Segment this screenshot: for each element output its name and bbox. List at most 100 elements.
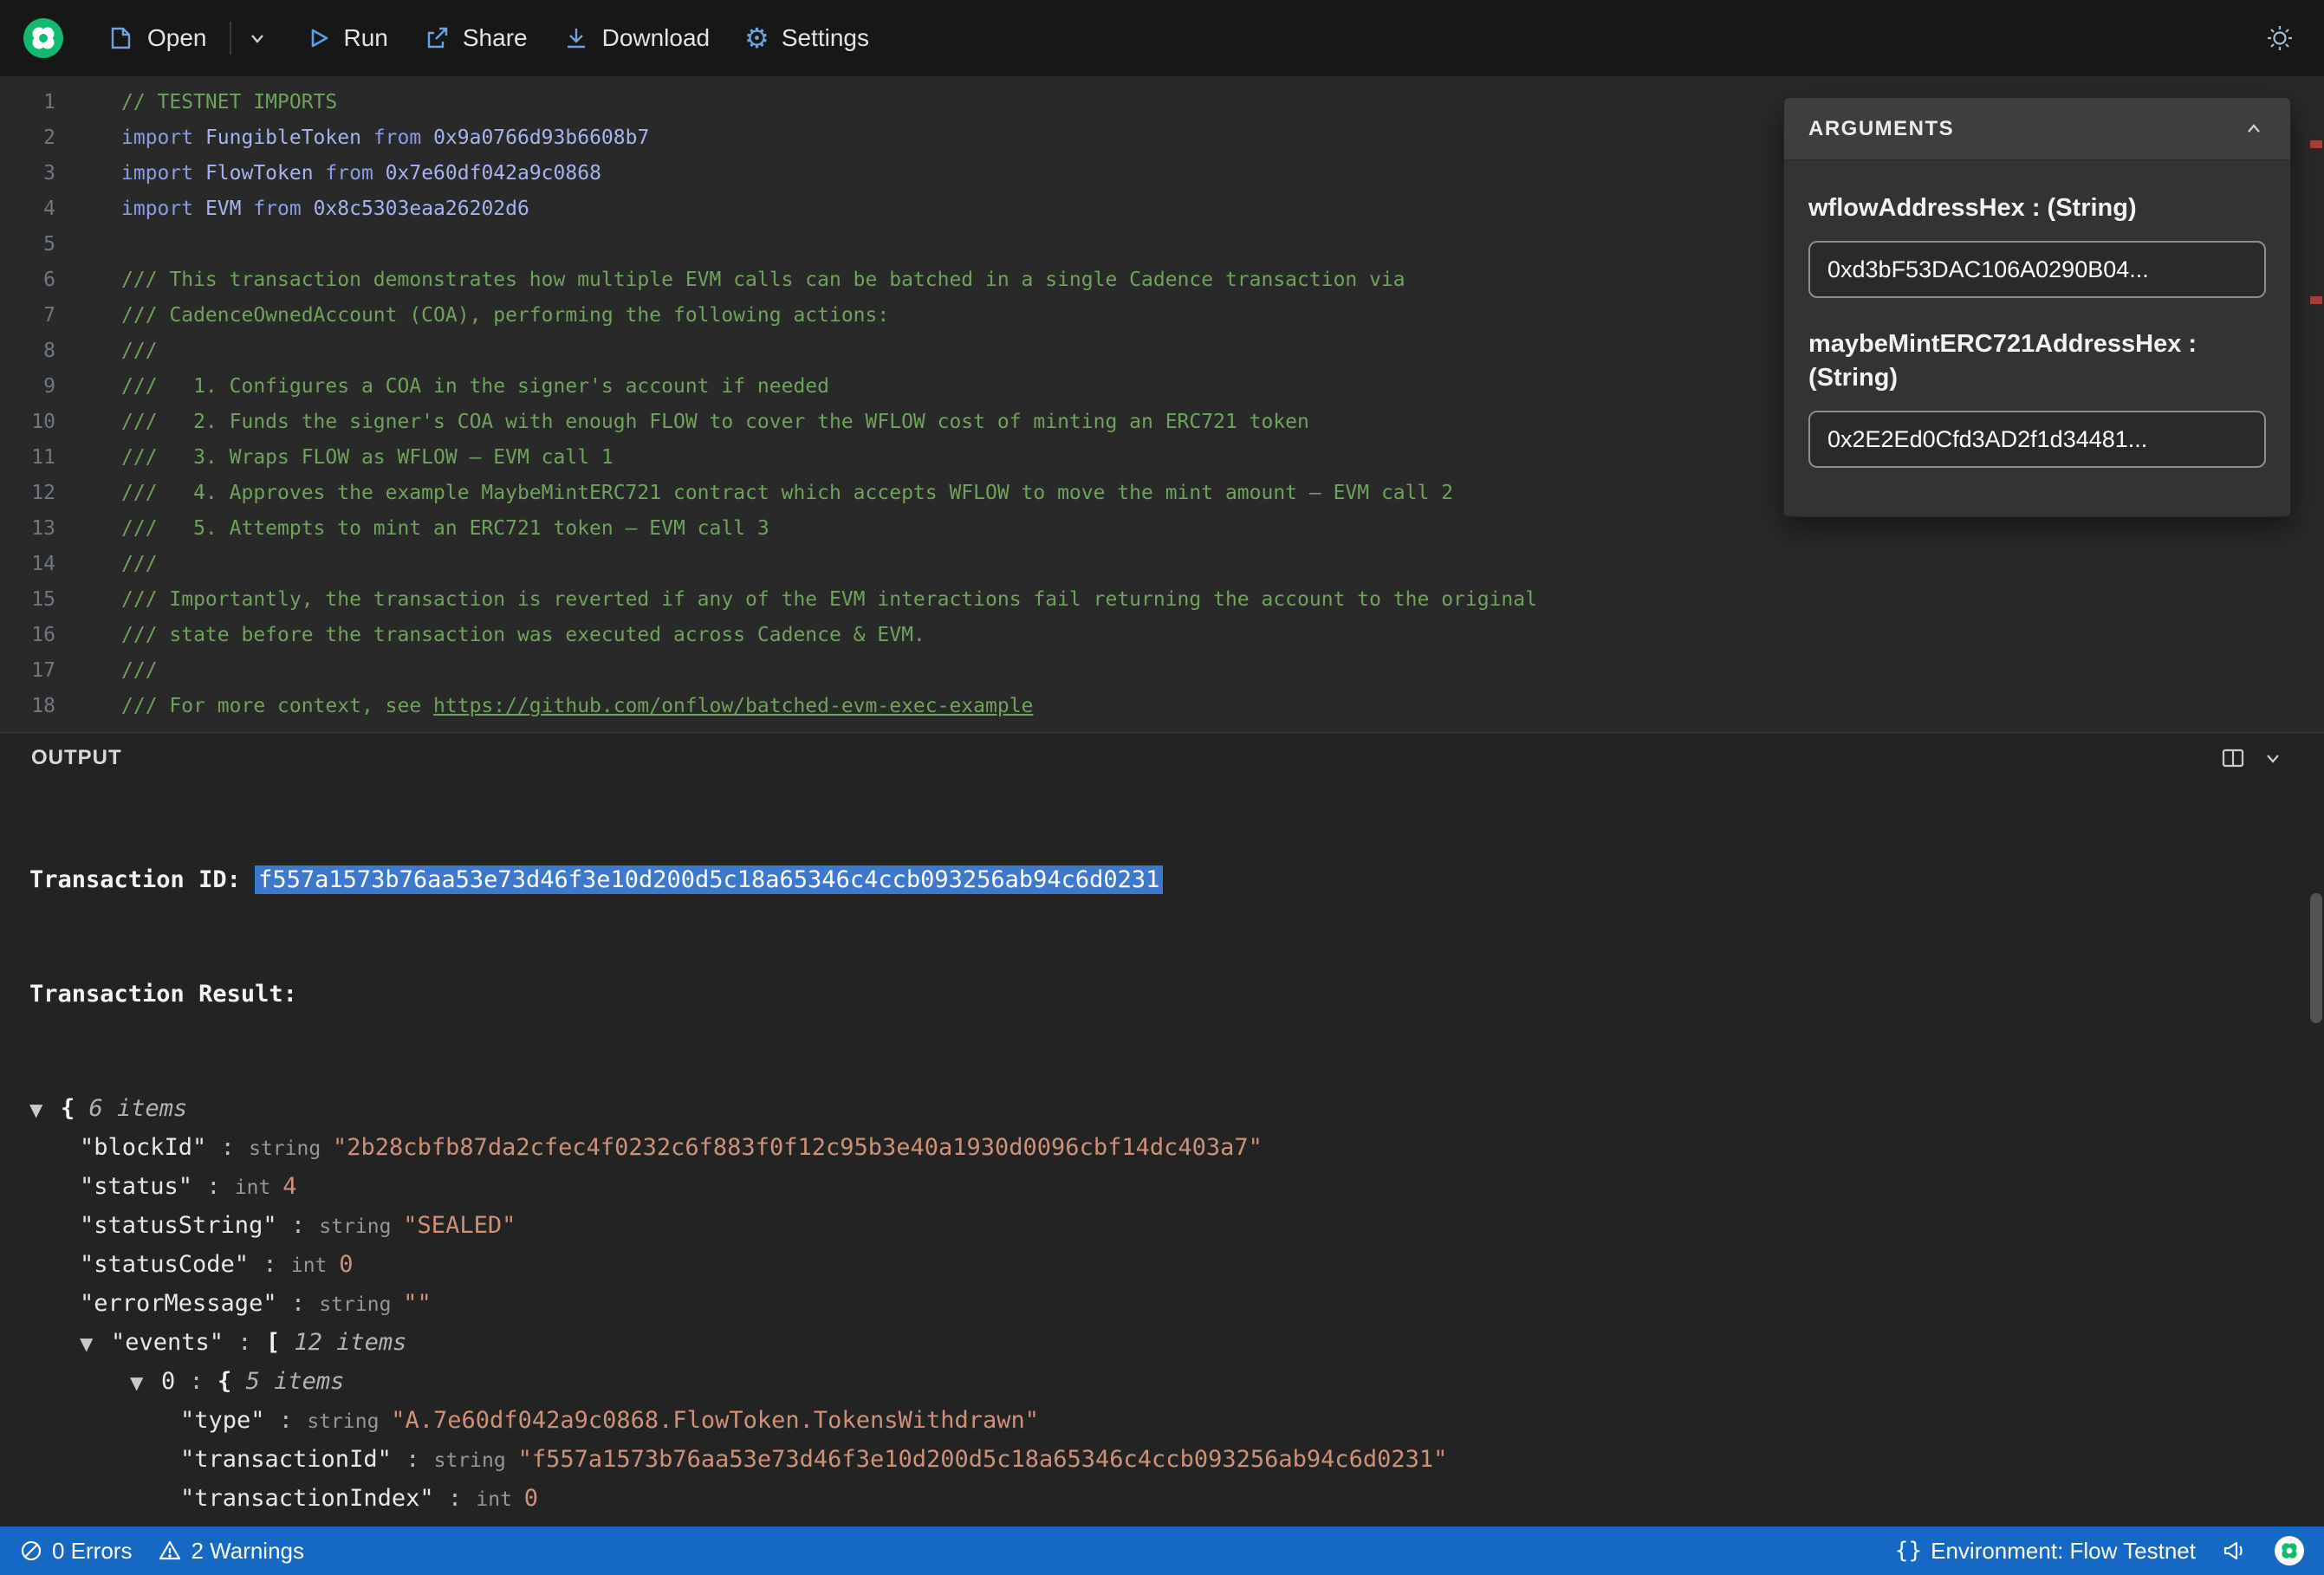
code-text: /// 3. Wraps FLOW as WFLOW — EVM call 1 [121,446,613,469]
json-row: ▼ "events" : [ 12 items [29,1324,2324,1363]
warning-icon [158,1539,182,1563]
settings-button[interactable]: ⚙ Settings [730,16,883,61]
statusbar: 0 Errors 2 Warnings {} Environment: Flow… [0,1526,2324,1575]
environment-label: Environment: Flow Testnet [1931,1537,2196,1564]
line-number: 16 [31,624,55,646]
open-file-icon [107,24,135,52]
argument-input[interactable] [1808,411,2266,469]
open-label: Open [147,24,207,51]
transaction-result-label: Transaction Result: [29,981,297,1008]
app-window: Open Run Share Download ⚙ Settings 1 // … [0,0,2324,1575]
json-row: "statusString" : string "SEALED" [80,1212,516,1239]
split-panel-icon [2220,745,2246,771]
line-number: 11 [31,446,55,469]
line-number: 9 [43,375,55,398]
arguments-title: ARGUMENTS [1808,116,1955,140]
share-button[interactable]: Share [409,16,542,61]
statusbar-right: {} Environment: Flow Testnet [1895,1535,2305,1566]
code-text: /// [121,553,158,575]
output-header: OUTPUT [0,733,2324,783]
run-label: Run [343,24,388,51]
code-text: // TESTNET IMPORTS [121,91,338,113]
settings-label: Settings [781,24,869,51]
open-dropdown-button[interactable] [240,17,283,59]
scrollbar-thumb[interactable] [2310,893,2322,1023]
json-row: "transactionIndex" : int 0 [180,1485,539,1512]
warnings-status[interactable]: 2 Warnings [158,1538,304,1565]
download-button[interactable]: Download [549,16,724,61]
arguments-panel-header[interactable]: ARGUMENTS [1784,98,2290,160]
code-line: 14 /// [0,547,2324,582]
megaphone-icon [2222,1538,2248,1564]
code-line: 16 /// state before the transaction was e… [0,618,2324,653]
overview-ruler-mark [2310,296,2322,304]
theme-toggle-button[interactable] [2258,16,2301,60]
chevron-down-icon [2260,745,2286,771]
output-panel: OUTPUT Transaction ID: f557a1573b76aa53e… [0,732,2324,1526]
topbar: Open Run Share Download ⚙ Settings [0,0,2324,76]
line-number: 5 [43,233,55,256]
play-icon [304,24,332,52]
run-button[interactable]: Run [290,16,402,61]
json-row: "status" : int 4 [80,1173,297,1200]
code-text: /// 4. Approves the example MaybeMintERC… [121,482,1454,504]
json-row: "statusCode" : int 0 [80,1251,354,1278]
environment-status[interactable]: {} Environment: Flow Testnet [1895,1538,2196,1565]
flow-logo[interactable] [23,17,64,59]
arguments-fields: wflowAddressHex : (String) maybeMintERC72… [1784,160,2290,516]
argument-label: wflowAddressHex : (String) [1808,194,2137,222]
expander-icon[interactable]: ▼ [130,1364,161,1402]
code-text: /// state before the transaction was exe… [121,624,925,646]
transaction-id-line: Transaction ID: f557a1573b76aa53e73d46f3… [29,861,2324,899]
line-number: 8 [43,340,55,362]
line-number: 2 [43,126,55,149]
code-text: /// CadenceOwnedAccount (COA), performin… [121,304,890,327]
code-editor[interactable]: 1 // TESTNET IMPORTS 2 import FungibleToken… [0,76,2324,732]
code-line: 15 /// Importantly, the transaction is re… [0,582,2324,618]
chevron-up-icon [2242,117,2266,141]
line-number: 15 [31,588,55,611]
share-label: Share [462,24,528,51]
chevron-down-icon [245,26,269,50]
argument-input[interactable] [1808,241,2266,299]
transaction-id-value: f557a1573b76aa53e73d46f3e10d200d5c18a653… [255,865,1164,894]
expander-icon[interactable]: ▼ [29,1091,61,1129]
code-line: 17 /// [0,653,2324,689]
line-number: 6 [43,269,55,291]
line-number: 1 [43,91,55,113]
download-icon [562,24,590,52]
code-text: /// 2. Funds the signer's COA with enoug… [121,411,1309,433]
code-line: 18 /// For more context, see https://gith… [0,689,2324,724]
errors-status[interactable]: 0 Errors [19,1538,132,1565]
split-panel-button[interactable] [2213,738,2253,778]
errors-label: 0 Errors [52,1537,133,1564]
error-icon [19,1539,43,1563]
code-text: /// 5. Attempts to mint an ERC721 token … [121,517,769,540]
json-row: "type" : string "A.7e60df042a9c0868.Flow… [180,1407,1040,1434]
line-number: 12 [31,482,55,504]
open-button[interactable]: Open [94,16,221,61]
json-row: "eventIndex" : int 0 [29,1519,2324,1526]
flow-status-badge[interactable] [2274,1535,2305,1566]
code-text: import EVM from 0x8c5303eaa26202d6 [121,198,529,220]
json-row: "errorMessage" : string "" [80,1290,432,1317]
announcements-button[interactable] [2222,1538,2248,1564]
output-content[interactable]: Transaction ID: f557a1573b76aa53e73d46f3… [0,783,2324,1526]
code-text: /// For more context, see https://github… [121,695,1034,717]
download-label: Download [601,24,711,51]
json-row: ▼{ 6 items [29,1090,2324,1129]
line-number: 10 [31,411,55,433]
share-icon [423,24,451,52]
collapse-output-button[interactable] [2253,738,2293,778]
code-text: /// [121,340,158,362]
expander-icon[interactable]: ▼ [80,1325,111,1363]
line-number: 4 [43,198,55,220]
warnings-label: 2 Warnings [191,1537,305,1564]
transaction-id-label: Transaction ID: [29,866,256,893]
code-text: import FlowToken from 0x7e60df042a9c0868 [121,162,601,185]
line-number: 14 [31,553,55,575]
sun-icon [2265,23,2295,53]
code-text: /// 1. Configures a COA in the signer's … [121,375,829,398]
line-number: 7 [43,304,55,327]
